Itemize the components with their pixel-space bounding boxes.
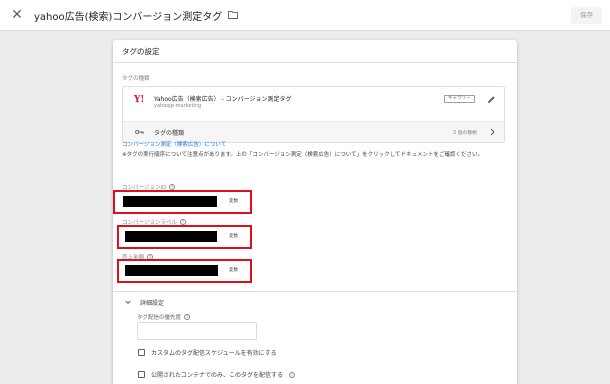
folder-icon[interactable] xyxy=(228,11,239,19)
tag-type-row[interactable]: Y! Yahoo広告（検索広告） - コンバージョン測定タグ yahoojp-m… xyxy=(123,87,504,121)
tag-type-box[interactable]: Y! Yahoo広告（検索広告） - コンバージョン測定タグ yahoojp-m… xyxy=(122,86,505,143)
key-icon xyxy=(135,129,144,135)
custom-schedule-option[interactable]: カスタムのタグ配信スケジュールを有効にする xyxy=(138,348,277,357)
priority-label: タグ配信の優先度 ? xyxy=(137,313,191,321)
tag-type-subrow-label: タグの種類 xyxy=(154,130,185,137)
tag-type-name: Yahoo広告（検索広告） - コンバージョン測定タグ xyxy=(154,96,292,103)
custom-schedule-checkbox[interactable] xyxy=(138,349,145,356)
page-title: yahoo広告(検索)コンバージョン測定タグ xyxy=(34,11,223,23)
gallery-badge: ギャラリー xyxy=(444,95,475,103)
advanced-settings-toggle[interactable]: 詳細設定 xyxy=(140,298,164,307)
variable-button[interactable]: 変数 xyxy=(224,266,243,275)
variable-button[interactable]: 変数 xyxy=(224,232,243,241)
top-bar: ✕ yahoo広告(検索)コンバージョン測定タグ 保存 xyxy=(0,0,610,31)
priority-label-text: タグ配信の優先度 xyxy=(137,315,182,321)
custom-schedule-label: カスタムのタグ配信スケジュールを有効にする xyxy=(151,350,277,357)
chevron-down-icon[interactable] xyxy=(125,300,131,305)
help-icon[interactable]: ? xyxy=(289,371,296,378)
close-icon[interactable]: ✕ xyxy=(10,8,24,22)
published-only-checkbox[interactable] xyxy=(138,371,145,378)
card-title: タグの設定 xyxy=(122,47,160,56)
redacted-value[interactable] xyxy=(123,196,217,207)
divider xyxy=(113,62,517,63)
published-only-option[interactable]: 公開されたコンテナでのみ、このタグを配信する ? xyxy=(138,370,296,379)
save-button[interactable]: 保存 xyxy=(571,7,602,24)
tag-type-subrow[interactable]: タグの種類 3 個の種類 xyxy=(123,121,504,142)
help-icon[interactable]: ? xyxy=(184,314,191,320)
redacted-value[interactable] xyxy=(125,231,217,242)
priority-input[interactable] xyxy=(137,322,257,340)
help-note: ※タグの実行順序について注意点があります。上の「コンバージョン測定（検索広告）に… xyxy=(122,152,483,158)
tag-config-card: タグの設定 タグの種類 Y! Yahoo広告（検索広告） - コンバージョン測定… xyxy=(113,40,517,384)
tag-type-count: 3 個の種類 xyxy=(453,131,477,136)
help-link[interactable]: コンバージョン測定（検索広告）について xyxy=(122,140,226,148)
published-only-label: 公開されたコンテナでのみ、このタグを配信する xyxy=(151,372,284,379)
divider xyxy=(113,291,517,292)
variable-button[interactable]: 変数 xyxy=(224,197,243,206)
tag-type-section-label: タグの種類 xyxy=(122,76,150,82)
yahoo-logo-icon: Y! xyxy=(134,95,145,105)
redacted-value[interactable] xyxy=(125,265,218,276)
chevron-right-icon[interactable] xyxy=(489,128,496,136)
tag-type-vendor: yahoojp-marketing xyxy=(154,103,202,109)
pencil-icon[interactable] xyxy=(487,95,496,104)
